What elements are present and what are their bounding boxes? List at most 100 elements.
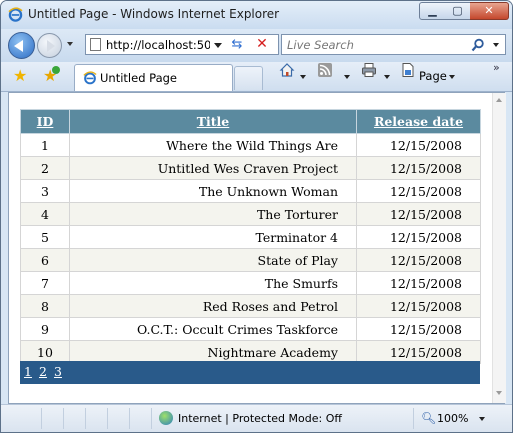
print-icon[interactable] <box>361 62 377 78</box>
page-dropdown-icon[interactable] <box>449 75 455 79</box>
status-divider <box>107 408 108 429</box>
header-release-date[interactable]: Release date <box>356 109 481 134</box>
more-commands-chevron-icon[interactable]: » <box>493 61 500 74</box>
cell-title: O.C.T.: Occult Crimes Taskforce <box>69 317 357 341</box>
add-favorites-icon[interactable]: ★ <box>43 66 61 84</box>
feeds-icon[interactable] <box>317 62 333 78</box>
forward-arrow-icon <box>47 40 55 52</box>
grid-header-row: ID Title Release date <box>20 109 481 134</box>
scroll-up-arrow-icon[interactable] <box>496 98 502 102</box>
cell-release-date: 12/15/2008 <box>356 294 481 318</box>
search-box[interactable] <box>281 34 506 55</box>
movies-grid: ID Title Release date 1 Where the Wild T… <box>20 109 481 364</box>
cell-id: 9 <box>20 317 70 341</box>
cell-title: Where the Wild Things Are <box>69 133 357 157</box>
pager-link-2[interactable]: 2 <box>39 364 47 379</box>
page-menu-label[interactable]: Page <box>419 69 447 83</box>
cell-release-date: 12/15/2008 <box>356 225 481 249</box>
status-divider <box>129 408 130 429</box>
feeds-dropdown-icon[interactable] <box>344 75 350 79</box>
header-title[interactable]: Title <box>69 109 357 134</box>
cell-id: 8 <box>20 294 70 318</box>
new-tab-button[interactable] <box>234 66 263 90</box>
cell-id: 7 <box>20 271 70 295</box>
vertical-scrollbar[interactable] <box>492 93 506 403</box>
page-menu-icon[interactable] <box>400 62 416 78</box>
tab-label: Untitled Page <box>100 71 177 85</box>
cell-id: 6 <box>20 248 70 272</box>
table-row: 1 Where the Wild Things Are 12/15/2008 <box>20 133 481 157</box>
cell-release-date: 12/15/2008 <box>356 317 481 341</box>
cell-id: 5 <box>20 225 70 249</box>
cell-title: Terminator 4 <box>69 225 357 249</box>
minimize-icon: ▁ <box>428 4 437 17</box>
status-divider <box>151 408 152 429</box>
table-row: 8 Red Roses and Petrol 12/15/2008 <box>20 294 481 318</box>
zoom-dropdown-icon[interactable] <box>479 417 485 421</box>
status-divider <box>413 408 414 429</box>
close-button[interactable]: ✕ <box>470 2 509 20</box>
zoom-level[interactable]: 100% <box>437 412 468 425</box>
table-row: 6 State of Play 12/15/2008 <box>20 248 481 272</box>
cell-title: The Torturer <box>69 202 357 226</box>
minimize-button[interactable]: ▁ <box>419 2 446 20</box>
print-dropdown-icon[interactable] <box>384 75 390 79</box>
cell-title: Red Roses and Petrol <box>69 294 357 318</box>
pager-link-3[interactable]: 3 <box>54 364 62 379</box>
browser-window: Untitled Page - Windows Internet Explore… <box>0 0 513 433</box>
cell-release-date: 12/15/2008 <box>356 133 481 157</box>
status-divider <box>85 408 86 429</box>
cell-id: 3 <box>20 179 70 203</box>
search-input[interactable] <box>285 36 469 54</box>
cell-id: 1 <box>20 133 70 157</box>
home-icon[interactable] <box>279 62 295 78</box>
address-bar[interactable]: http://localhost:501 ⇆ ✕ <box>85 34 279 55</box>
table-row: 4 The Torturer 12/15/2008 <box>20 202 481 226</box>
back-button[interactable] <box>8 32 35 59</box>
cell-id: 4 <box>20 202 70 226</box>
tab-untitled-page[interactable]: Untitled Page <box>74 64 233 91</box>
sort-by-title-link[interactable]: Title <box>197 114 230 129</box>
cell-title: The Unknown Woman <box>69 179 357 203</box>
page-content: ID Title Release date 1 Where the Wild T… <box>8 92 506 404</box>
navigation-bar: http://localhost:501 ⇆ ✕ <box>1 29 512 62</box>
maximize-icon: ▢ <box>452 4 463 17</box>
back-arrow-icon <box>14 40 23 52</box>
command-bar: ★ ★ Untitled Page Page » <box>1 61 512 92</box>
sort-by-id-link[interactable]: ID <box>37 114 54 129</box>
cell-id: 2 <box>20 156 70 180</box>
stop-icon[interactable]: ✕ <box>251 36 273 53</box>
cell-release-date: 12/15/2008 <box>356 156 481 180</box>
scroll-down-arrow-icon[interactable] <box>496 391 502 395</box>
internet-zone-globe-icon <box>159 411 173 425</box>
status-divider <box>63 408 64 429</box>
table-row: 5 Terminator 4 12/15/2008 <box>20 225 481 249</box>
cell-release-date: 12/15/2008 <box>356 271 481 295</box>
window-title: Untitled Page - Windows Internet Explore… <box>28 7 280 21</box>
search-options-dropdown-icon[interactable] <box>493 43 499 47</box>
status-bar: Internet | Protected Mode: Off 🔍︎ 100% <box>1 404 512 432</box>
table-row: 2 Untitled Wes Craven Project 12/15/2008 <box>20 156 481 180</box>
pager-link-1[interactable]: 1 <box>24 364 32 379</box>
home-dropdown-icon[interactable] <box>300 75 306 79</box>
address-url[interactable]: http://localhost:501 <box>106 38 210 52</box>
sort-by-release-date-link[interactable]: Release date <box>374 114 463 129</box>
header-id[interactable]: ID <box>20 109 70 134</box>
close-icon: ✕ <box>484 4 494 17</box>
favorites-star-icon[interactable]: ★ <box>13 68 27 84</box>
recent-pages-dropdown-icon[interactable] <box>67 42 73 46</box>
forward-button[interactable] <box>37 33 62 58</box>
cell-release-date: 12/15/2008 <box>356 202 481 226</box>
status-divider <box>41 408 42 429</box>
cell-title: The Smurfs <box>69 271 357 295</box>
ie-icon <box>8 7 23 22</box>
zoom-icon[interactable]: 🔍︎ <box>421 411 436 425</box>
table-row: 3 The Unknown Woman 12/15/2008 <box>20 179 481 203</box>
cell-title: Untitled Wes Craven Project <box>69 156 357 180</box>
search-icon[interactable] <box>471 38 485 52</box>
maximize-button[interactable]: ▢ <box>445 2 471 20</box>
security-zone-text[interactable]: Internet | Protected Mode: Off <box>178 412 342 425</box>
refresh-icon[interactable]: ⇆ <box>226 36 248 53</box>
cell-release-date: 12/15/2008 <box>356 179 481 203</box>
address-dropdown-icon[interactable] <box>214 43 222 48</box>
